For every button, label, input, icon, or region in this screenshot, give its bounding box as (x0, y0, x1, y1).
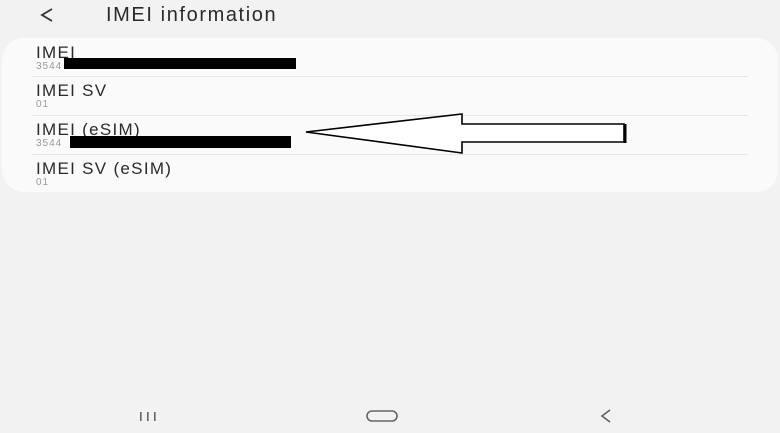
list-item-imei-esim[interactable]: IMEI (eSIM) 3544 (2, 115, 778, 153)
recents-button[interactable] (136, 405, 160, 427)
list-item-imei-sv-esim[interactable]: IMEI SV (eSIM) 01 (2, 154, 778, 192)
redaction-bar (64, 58, 296, 69)
home-button[interactable] (364, 406, 400, 426)
imei-list-card: IMEI 3544 IMEI SV 01 IMEI (eSIM) 3544 IM… (2, 38, 778, 192)
list-item-value: 01 (36, 99, 50, 110)
nav-back-button[interactable] (594, 404, 618, 428)
list-item-title: IMEI SV (36, 81, 108, 100)
list-item-imei[interactable]: IMEI 3544 (2, 38, 778, 76)
back-icon (600, 409, 611, 423)
page-title: IMEI information (106, 4, 278, 26)
chevron-left-icon (40, 8, 53, 22)
list-item-imei-sv[interactable]: IMEI SV 01 (2, 76, 778, 114)
list-item-value: 3544 (36, 138, 63, 149)
recents-icon (140, 412, 156, 421)
redaction-bar (70, 136, 291, 148)
app-bar: IMEI information (0, 0, 780, 34)
list-item-value: 3544 (36, 61, 63, 72)
back-button[interactable] (34, 2, 64, 28)
list-item-value: 01 (36, 177, 50, 188)
list-item-title: IMEI SV (eSIM) (36, 159, 173, 178)
navigation-bar (0, 398, 780, 433)
home-icon (366, 410, 398, 422)
